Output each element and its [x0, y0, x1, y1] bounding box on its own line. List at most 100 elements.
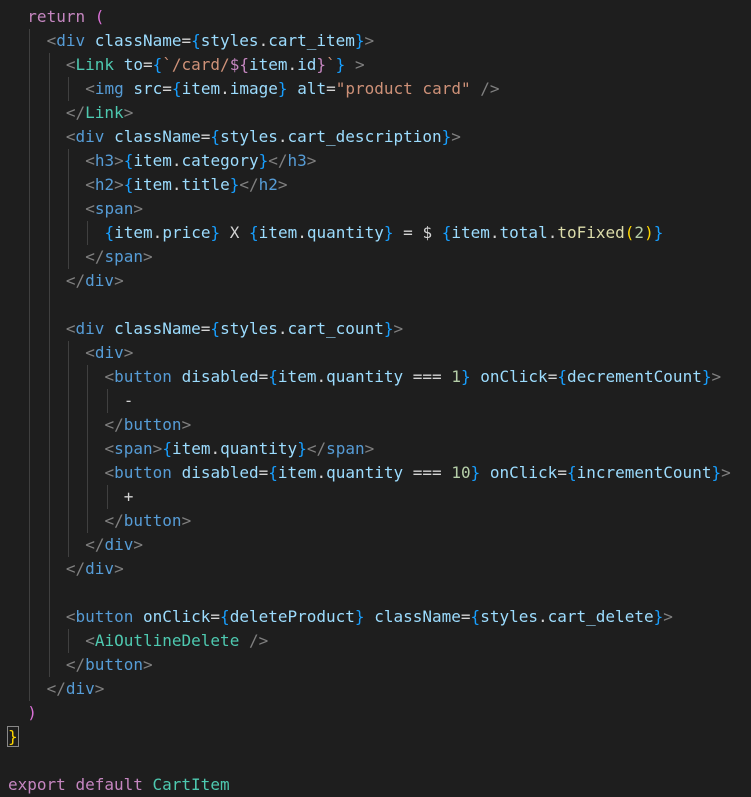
code-token: ( — [94, 7, 105, 26]
code-token: > — [114, 175, 124, 194]
code-token: quantity — [220, 439, 298, 458]
code-token: = — [210, 607, 221, 626]
code-line[interactable]: </div> — [66, 557, 124, 581]
code-token: > — [451, 127, 461, 146]
code-line[interactable]: </div> — [85, 533, 143, 557]
code-line[interactable]: </button> — [105, 413, 192, 437]
code-token: CartItem — [152, 775, 230, 794]
indent-guide — [106, 389, 108, 413]
code-token: quantity — [326, 367, 404, 386]
code-line[interactable]: <span> — [85, 197, 143, 221]
code-line[interactable]: <span>{item.quantity}</span> — [105, 437, 375, 461]
code-token: > — [94, 679, 105, 698]
code-token: cart_item — [268, 31, 355, 50]
code-line[interactable]: export default CartItem — [8, 773, 230, 797]
code-token: span — [326, 439, 365, 458]
code-line[interactable]: </span> — [85, 245, 152, 269]
code-token: button — [85, 655, 143, 674]
code-token: div — [104, 535, 134, 554]
code-line[interactable]: <AiOutlineDelete /> — [85, 629, 268, 653]
code-line[interactable]: <img src={item.image} alt="product card"… — [85, 77, 499, 101]
code-line[interactable]: - — [124, 389, 134, 413]
code-token: </ — [65, 271, 86, 290]
code-line[interactable]: <button disabled={item.quantity === 10} … — [105, 461, 731, 485]
code-editor[interactable]: return (<div className={styles.cart_item… — [0, 0, 751, 794]
code-token: . — [287, 55, 298, 74]
code-line[interactable]: <div className={styles.cart_item}> — [47, 29, 375, 53]
code-token: { — [220, 607, 230, 626]
code-token: > — [393, 319, 404, 338]
code-token: </ — [239, 175, 259, 194]
code-token: > — [364, 439, 375, 458]
code-token: button — [75, 607, 134, 626]
code-token: item — [133, 175, 172, 194]
code-token: div — [94, 343, 124, 362]
code-token: < — [85, 343, 95, 362]
code-token: </ — [104, 415, 124, 434]
code-line[interactable]: } — [7, 725, 19, 749]
code-line[interactable]: </button> — [105, 509, 192, 533]
code-line[interactable]: return ( — [27, 5, 104, 29]
code-line[interactable]: <div className={styles.cart_description}… — [66, 125, 461, 149]
code-token: = — [460, 607, 471, 626]
code-token: className — [114, 319, 201, 338]
code-token: . — [152, 223, 163, 242]
code-line[interactable]: <div> — [85, 341, 133, 365]
code-line[interactable]: <Link to={`/card/${item.id}`} > — [66, 53, 365, 77]
code-token: > — [364, 31, 375, 50]
code-token: > — [663, 607, 673, 626]
code-line[interactable]: </Link> — [66, 101, 133, 125]
code-token: } — [354, 607, 365, 626]
code-token: . — [210, 439, 221, 458]
code-token: div — [56, 31, 86, 50]
code-token: item — [181, 79, 221, 98]
code-token: </ — [65, 103, 86, 122]
code-line[interactable]: + — [124, 485, 134, 509]
indent-guide — [67, 341, 69, 557]
code-line[interactable]: <div className={styles.cart_count}> — [66, 317, 403, 341]
code-token: < — [65, 607, 76, 626]
code-line[interactable]: </div> — [66, 269, 124, 293]
code-token: { — [191, 31, 201, 50]
code-token: onClick — [480, 367, 548, 386]
code-line[interactable]: <button onClick={deleteProduct} classNam… — [66, 605, 673, 629]
code-token: h3 — [287, 151, 307, 170]
code-line[interactable]: </button> — [66, 653, 153, 677]
code-token: { — [441, 223, 452, 242]
code-token: = — [162, 79, 172, 98]
code-token: item — [277, 367, 317, 386]
code-token: button — [123, 415, 182, 434]
code-token: button — [114, 367, 172, 386]
code-token: } — [229, 175, 240, 194]
code-token: </ — [306, 439, 327, 458]
code-line[interactable]: ) — [27, 701, 37, 725]
code-token: . — [547, 223, 558, 242]
code-token: ) — [27, 703, 37, 722]
code-token: span — [114, 439, 153, 458]
code-line[interactable]: {item.price} X {item.quantity} = $ {item… — [105, 221, 664, 245]
code-token: item — [114, 223, 153, 242]
code-token: { — [557, 367, 567, 386]
code-line[interactable]: <h2>{item.title}</h2> — [85, 173, 287, 197]
code-token: = — [181, 31, 192, 50]
code-token: </ — [85, 247, 105, 266]
code-token: item — [171, 439, 211, 458]
code-line[interactable]: <button disabled={item.quantity === 1} o… — [105, 365, 722, 389]
code-token: export — [8, 775, 66, 794]
code-token: } — [297, 439, 307, 458]
code-line[interactable]: <h3>{item.category}</h3> — [85, 149, 316, 173]
code-line[interactable]: </div> — [47, 677, 105, 701]
indent-guide — [67, 77, 69, 101]
code-token: > — [181, 415, 192, 434]
code-token: alt — [297, 79, 327, 98]
code-token: > — [181, 511, 192, 530]
code-token: } — [653, 223, 664, 242]
